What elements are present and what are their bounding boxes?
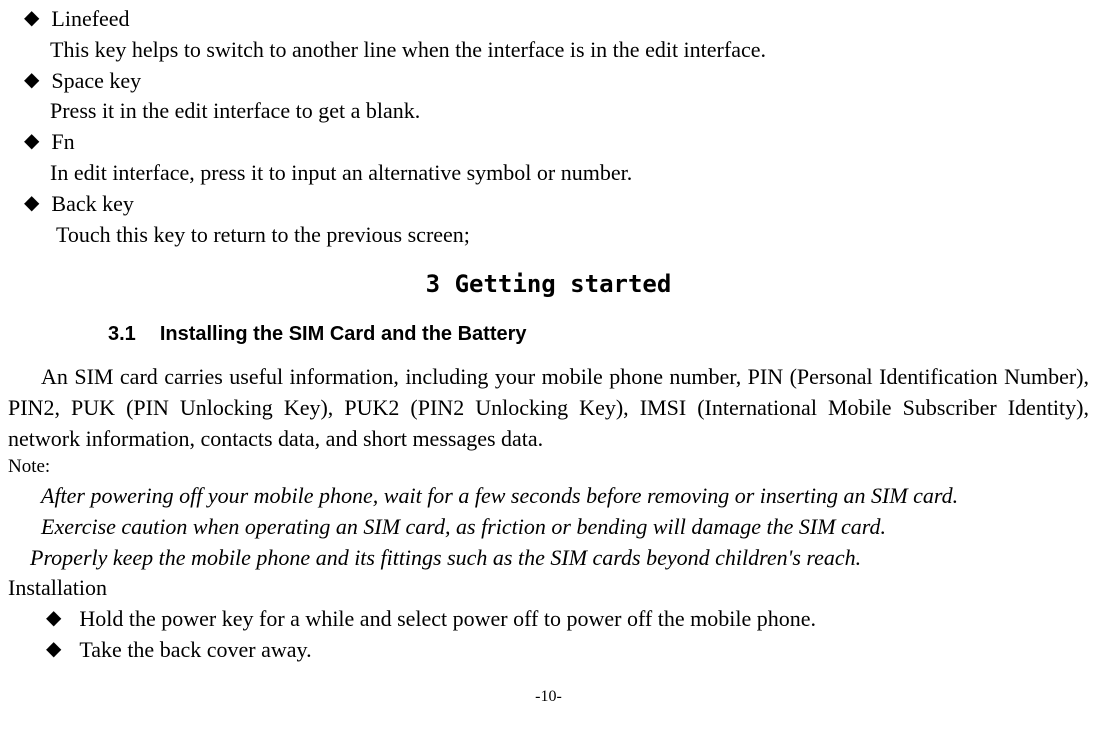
diamond-icon: ◆ — [46, 635, 61, 663]
bullet-desc: Touch this key to return to the previous… — [56, 220, 1089, 251]
diamond-icon: ◆ — [24, 4, 39, 32]
section-heading: 3 Getting started — [8, 268, 1089, 302]
bullet-desc: In edit interface, press it to input an … — [50, 158, 1089, 189]
bullet-title: Space key — [51, 66, 1089, 97]
bullet-back: ◆ Back key — [24, 189, 1089, 220]
note-label: Note: — [8, 454, 1089, 481]
note-line-1: After powering off your mobile phone, wa… — [41, 481, 1089, 512]
installation-label: Installation — [8, 573, 1089, 604]
install-text: Take the back cover away. — [79, 635, 311, 666]
subsection-number: 3.1 — [108, 323, 136, 345]
install-text: Hold the power key for a while and selec… — [79, 604, 816, 635]
install-bullet-1: ◆ Hold the power key for a while and sel… — [46, 604, 1089, 635]
subsection-heading: 3.1 Installing the SIM Card and the Batte… — [108, 320, 1089, 348]
body-paragraph: An SIM card carries useful information, … — [8, 362, 1089, 454]
subsection-title: Installing the SIM Card and the Battery — [160, 323, 527, 345]
diamond-icon: ◆ — [24, 66, 39, 94]
bullet-space: ◆ Space key — [24, 66, 1089, 97]
note-line-3: Properly keep the mobile phone and its f… — [30, 543, 1089, 574]
diamond-icon: ◆ — [24, 189, 39, 217]
bullet-title: Linefeed — [51, 4, 1089, 35]
bullet-desc: This key helps to switch to another line… — [50, 35, 1089, 66]
bullet-title: Fn — [51, 127, 1089, 158]
bullet-title: Back key — [51, 189, 1089, 220]
note-line-2: Exercise caution when operating an SIM c… — [41, 512, 1089, 543]
install-bullet-2: ◆ Take the back cover away. — [46, 635, 1089, 666]
bullet-fn: ◆ Fn — [24, 127, 1089, 158]
diamond-icon: ◆ — [24, 127, 39, 155]
page-number: -10- — [8, 686, 1089, 708]
bullet-linefeed: ◆ Linefeed — [24, 4, 1089, 35]
bullet-desc: Press it in the edit interface to get a … — [50, 96, 1089, 127]
diamond-icon: ◆ — [46, 604, 61, 632]
